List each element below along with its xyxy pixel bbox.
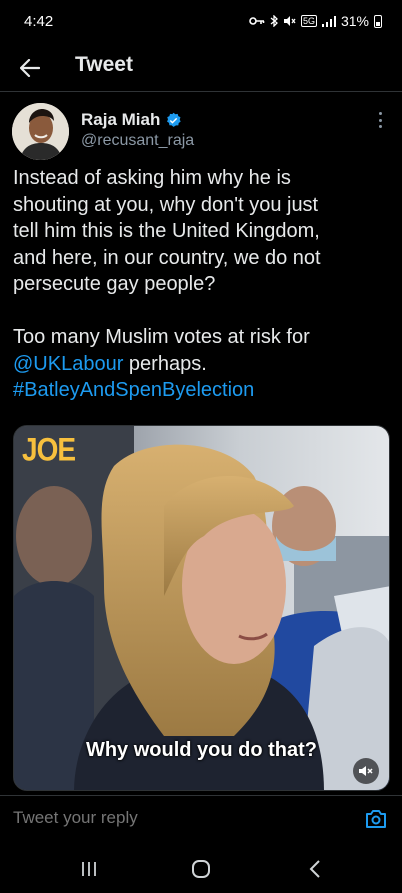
system-nav-bar bbox=[0, 843, 402, 893]
video-player[interactable]: JOE Why would you do that? bbox=[13, 425, 390, 791]
tweet-line: persecute gay people? bbox=[13, 273, 216, 295]
author-handle[interactable]: @recusant_raja bbox=[81, 132, 194, 150]
verified-badge-icon bbox=[167, 112, 182, 127]
tweet-line: tell him this is the United Kingdom, bbox=[13, 220, 320, 242]
network-label: 5G bbox=[300, 15, 317, 27]
reply-input[interactable] bbox=[13, 808, 333, 828]
app-header: Tweet bbox=[0, 44, 402, 92]
mention-link[interactable]: @UKLabour bbox=[13, 353, 123, 375]
tweet-line: and here, in our country, we do not bbox=[13, 246, 321, 269]
more-options-icon[interactable] bbox=[372, 110, 388, 130]
mute-icon bbox=[283, 16, 296, 26]
tweet-text: Instead of asking him why he is shouting… bbox=[13, 165, 393, 404]
hashtag-link[interactable]: #BatleyAndSpenByelection bbox=[13, 379, 254, 401]
author-name-text: Raja Miah bbox=[81, 110, 161, 129]
back-nav-button[interactable] bbox=[300, 857, 330, 881]
status-icons: 5G 31% bbox=[249, 13, 382, 29]
recent-apps-icon bbox=[82, 862, 96, 876]
reply-bar bbox=[0, 795, 402, 841]
home-icon bbox=[192, 860, 210, 878]
back-button[interactable] bbox=[14, 52, 46, 84]
vpn-key-icon bbox=[249, 17, 265, 25]
bluetooth-icon bbox=[270, 15, 278, 27]
joe-logo: JOE bbox=[22, 431, 76, 468]
battery-icon bbox=[374, 14, 382, 28]
battery-percent: 31% bbox=[340, 13, 369, 29]
signal-icon bbox=[321, 15, 336, 27]
tweet-line: Too many Muslim votes at risk for bbox=[13, 326, 310, 348]
avatar[interactable] bbox=[12, 103, 69, 160]
video-frame bbox=[14, 426, 389, 790]
chevron-left-icon bbox=[309, 860, 320, 878]
tweet-text-fragment: perhaps. bbox=[123, 352, 207, 375]
author-name[interactable]: Raja Miah bbox=[81, 110, 182, 130]
arrow-left-icon bbox=[20, 59, 40, 77]
tweet-line: shouting at you, why don't you just bbox=[13, 193, 319, 216]
tweet-line: Instead of asking him why he is bbox=[13, 167, 291, 189]
status-bar: 4:42 5G 31% bbox=[0, 0, 402, 44]
page-title: Tweet bbox=[75, 53, 133, 76]
camera-icon[interactable] bbox=[364, 807, 388, 831]
recent-apps-button[interactable] bbox=[74, 857, 104, 881]
avatar-image bbox=[12, 103, 69, 160]
video-caption: Why would you do that? bbox=[85, 739, 318, 761]
home-button[interactable] bbox=[186, 857, 216, 881]
volume-muted-icon[interactable] bbox=[353, 758, 379, 784]
tweet-line: @UKLabour perhaps. bbox=[13, 351, 393, 378]
tweet-line: #BatleyAndSpenByelection bbox=[13, 377, 393, 404]
status-time: 4:42 bbox=[24, 13, 54, 30]
